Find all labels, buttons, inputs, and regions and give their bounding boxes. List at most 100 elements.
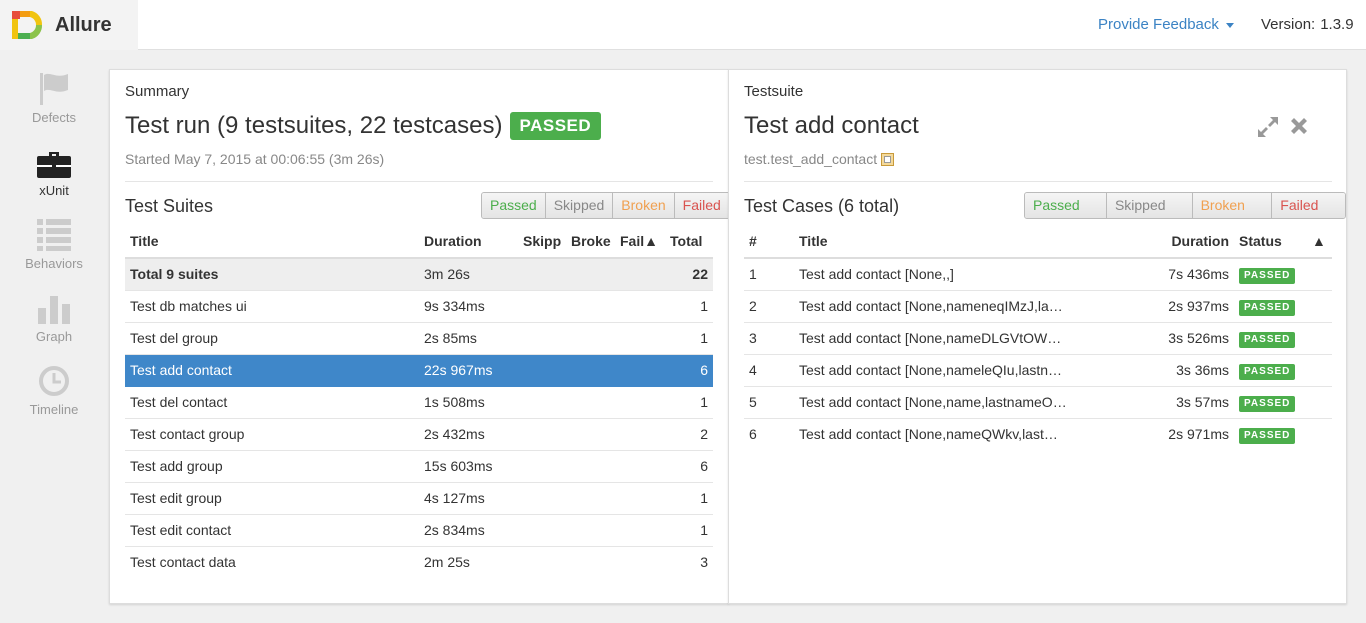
table-row[interactable]: Test db matches ui 9s 334ms 1 xyxy=(125,290,713,323)
clock-icon xyxy=(39,366,69,396)
testsuite-section-label: Testsuite xyxy=(744,83,804,100)
row-duration: 2s 834ms xyxy=(419,514,518,547)
table-row[interactable]: Test contact data 2m 25s 3 xyxy=(125,546,713,578)
version-value: 1.3.9 xyxy=(1320,16,1354,33)
row-failed xyxy=(615,386,665,419)
row-total: 3 xyxy=(700,554,708,571)
status-badge: PASSED xyxy=(1239,395,1296,412)
row-number: 5 xyxy=(744,386,794,419)
row-failed xyxy=(615,514,665,547)
sidebar-item-behaviors[interactable]: Behaviors xyxy=(0,215,108,285)
test-cases-heading: Test Cases (6 total) xyxy=(744,196,900,216)
column-header-broken[interactable]: Broke xyxy=(566,225,615,259)
status-badge: PASSED xyxy=(1239,299,1296,316)
column-header-status[interactable]: Status xyxy=(1234,225,1307,259)
copy-icon[interactable] xyxy=(881,152,895,166)
table-row[interactable]: 5 Test add contact [None,name,lastnameO… 3… xyxy=(744,386,1332,419)
column-header-title[interactable]: Title xyxy=(125,225,419,259)
row-duration: 2s 971ms xyxy=(1168,426,1229,443)
divider xyxy=(744,181,1332,182)
table-row-selected[interactable]: Test add contact 22s 967ms 6 xyxy=(125,354,713,387)
sidebar-item-defects[interactable]: Defects xyxy=(0,69,108,139)
status-badge: PASSED xyxy=(1239,427,1296,444)
table-row[interactable]: 6 Test add contact [None,nameQWkv,last… 2s… xyxy=(744,418,1332,450)
divider xyxy=(125,181,713,182)
table-row[interactable]: Test add group 15s 603ms 6 xyxy=(125,450,713,483)
column-header-skipped[interactable]: Skipp xyxy=(518,225,566,259)
status-filter-group: Passed Skipped Broken Failed xyxy=(481,192,730,219)
total-title: Total 9 suites xyxy=(125,258,419,291)
sidebar-item-timeline[interactable]: Timeline xyxy=(0,361,108,431)
row-failed xyxy=(615,546,665,578)
row-total: 1 xyxy=(665,514,713,547)
table-row[interactable]: Test edit group 4s 127ms 1 xyxy=(125,482,713,515)
column-header-duration[interactable]: Duration xyxy=(419,225,518,259)
total-count: 22 xyxy=(665,258,713,291)
row-broken xyxy=(566,290,615,323)
version-label: Version: xyxy=(1261,16,1316,33)
case-filter-group: Passed (6) Skipped (0) Broken (0) Failed… xyxy=(1024,192,1346,219)
sidebar: Defects xUnit Behaviors Graph Timeline xyxy=(0,51,110,623)
row-total: 6 xyxy=(665,354,713,387)
table-row[interactable]: 4 Test add contact [None,nameleQIu,lastn…… xyxy=(744,354,1332,387)
table-row[interactable]: Test del contact 1s 508ms 1 xyxy=(125,386,713,419)
row-title: Test add contact [None,nameQWkv,last… xyxy=(799,426,1058,443)
row-broken xyxy=(566,418,615,451)
row-title: Test add group xyxy=(125,450,419,483)
row-duration: 2s 432ms xyxy=(419,418,518,451)
row-broken xyxy=(566,386,615,419)
filter-failed-button[interactable]: Failed xyxy=(673,193,729,218)
sort-indicator-icon[interactable]: ▲ xyxy=(1307,225,1332,259)
filter-skipped-button[interactable]: Skipped (0) xyxy=(1105,193,1192,218)
sidebar-item-xunit[interactable]: xUnit xyxy=(0,142,108,212)
column-header-failed[interactable]: Fail▲ xyxy=(615,225,665,259)
filter-broken-button[interactable]: Broken (0) xyxy=(1191,193,1272,218)
close-icon[interactable] xyxy=(1287,114,1311,141)
filter-broken-button[interactable]: Broken xyxy=(612,193,674,218)
column-header-number[interactable]: # xyxy=(744,225,794,259)
row-skipped xyxy=(518,386,566,419)
row-title: Test contact group xyxy=(125,418,419,451)
sidebar-item-label: xUnit xyxy=(39,183,69,198)
table-row[interactable]: Test edit contact 2s 834ms 1 xyxy=(125,514,713,547)
table-row[interactable]: Test del group 2s 85ms 1 xyxy=(125,322,713,355)
table-row[interactable]: Test contact group 2s 432ms 2 xyxy=(125,418,713,451)
row-title: Test add contact [None,nameleQIu,lastn… xyxy=(794,354,1084,387)
bar-chart-icon xyxy=(38,296,70,324)
filter-failed-button[interactable]: Failed (0) xyxy=(1271,193,1345,218)
total-row: Total 9 suites 3m 26s 22 xyxy=(125,258,713,291)
provide-feedback-dropdown[interactable]: Provide Feedback xyxy=(1098,16,1234,33)
column-header-duration[interactable]: Duration xyxy=(1084,225,1234,259)
test-suites-heading: Test Suites xyxy=(125,196,214,216)
row-skipped xyxy=(518,482,566,515)
row-broken xyxy=(566,482,615,515)
sidebar-item-graph[interactable]: Graph xyxy=(0,288,108,358)
row-failed xyxy=(615,354,665,387)
column-header-title[interactable]: Title xyxy=(794,225,1084,259)
row-failed xyxy=(615,482,665,515)
row-broken xyxy=(566,514,615,547)
row-skipped xyxy=(518,546,566,578)
row-duration: 2s 85ms xyxy=(419,322,518,355)
version-info: Version: 1.3.9 xyxy=(1261,16,1354,33)
row-skipped xyxy=(518,354,566,387)
filter-passed-button[interactable]: Passed (6) xyxy=(1025,193,1106,218)
row-broken xyxy=(566,546,615,578)
table-row[interactable]: 1 Test add contact [None,,] 7s 436ms PASSED xyxy=(744,258,1332,291)
total-duration: 3m 26s xyxy=(419,258,518,291)
row-duration: 1s 508ms xyxy=(419,386,518,419)
brand[interactable]: Allure xyxy=(0,0,138,50)
column-header-total[interactable]: Total xyxy=(665,225,713,259)
testsuite-title: Test add contact xyxy=(744,112,919,139)
filter-passed-button[interactable]: Passed xyxy=(482,193,545,218)
table-row[interactable]: 3 Test add contact [None,nameDLGVtOW… 3s 5… xyxy=(744,322,1332,355)
expand-icon[interactable] xyxy=(1255,114,1281,143)
row-failed xyxy=(615,450,665,483)
row-skipped xyxy=(518,450,566,483)
table-row[interactable]: 2 Test add contact [None,nameneqIMzJ,la… 2… xyxy=(744,290,1332,323)
row-title: Test del contact xyxy=(125,386,419,419)
filter-skipped-button[interactable]: Skipped xyxy=(544,193,613,218)
row-title: Test edit group xyxy=(125,482,419,515)
summary-section-label: Summary xyxy=(125,83,190,100)
row-duration: 22s 967ms xyxy=(419,354,518,387)
